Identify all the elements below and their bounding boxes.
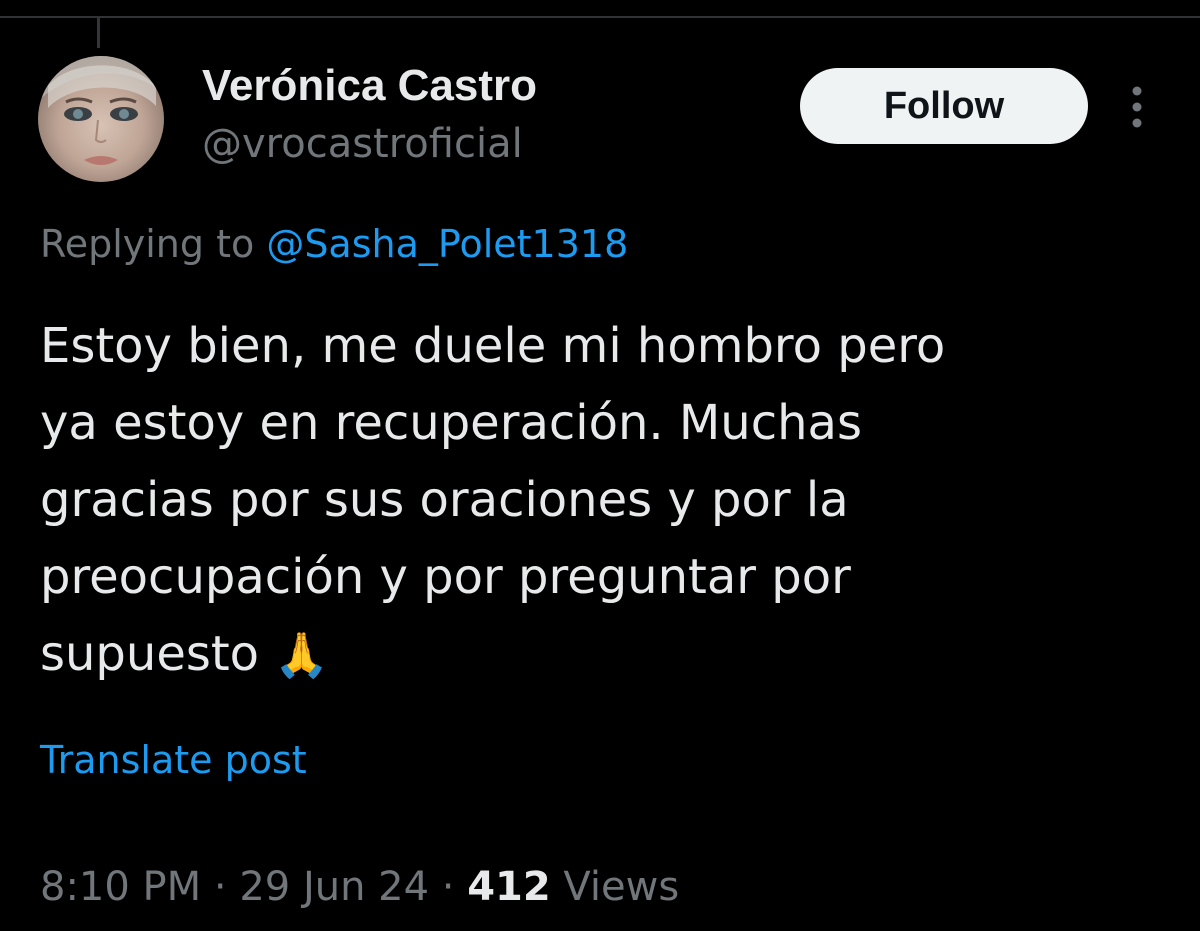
meta-separator: · — [201, 864, 240, 910]
avatar-image — [38, 56, 164, 165]
tweet-text-line: Estoy bien, me duele mi hombro pero — [40, 318, 946, 374]
thread-connector-line — [97, 18, 100, 48]
more-vertical-icon[interactable] — [1120, 82, 1154, 132]
views-count[interactable]: 412 — [467, 864, 551, 910]
follow-button[interactable]: Follow — [800, 68, 1088, 144]
author-display-name[interactable]: Verónica Castro — [202, 58, 537, 114]
tweet-time[interactable]: 8:10 PM — [40, 864, 201, 910]
reply-mention-link[interactable]: @Sasha_Polet1318 — [266, 222, 628, 266]
replying-to: Replying to @Sasha_Polet1318 — [40, 218, 628, 270]
tweet-date[interactable]: 29 Jun 24 — [239, 864, 429, 910]
replying-to-label: Replying to — [40, 222, 267, 266]
tweet-text-fragment: supuesto — [40, 626, 260, 682]
avatar[interactable] — [38, 56, 164, 182]
meta-separator: · — [429, 864, 468, 910]
author-handle[interactable]: @vrocastroficial — [202, 118, 523, 170]
tweet-text-line: gracias por sus oraciones y por la — [40, 472, 849, 528]
tweet-meta: 8:10 PM · 29 Jun 24 · 412 Views — [40, 860, 679, 914]
views-label[interactable]: Views — [551, 864, 679, 910]
tweet-text: Estoy bien, me duele mi hombro pero ya e… — [40, 308, 1160, 694]
top-divider — [0, 16, 1200, 18]
praying-hands-emoji: 🙏 — [274, 630, 330, 681]
tweet-text-line: ya estoy en recuperación. Muchas — [40, 395, 862, 451]
tweet-text-line: preocupación y por preguntar por — [40, 549, 851, 605]
translate-post-link[interactable]: Translate post — [40, 734, 307, 786]
tweet-text-line-last: supuesto 🙏 — [40, 616, 1160, 694]
